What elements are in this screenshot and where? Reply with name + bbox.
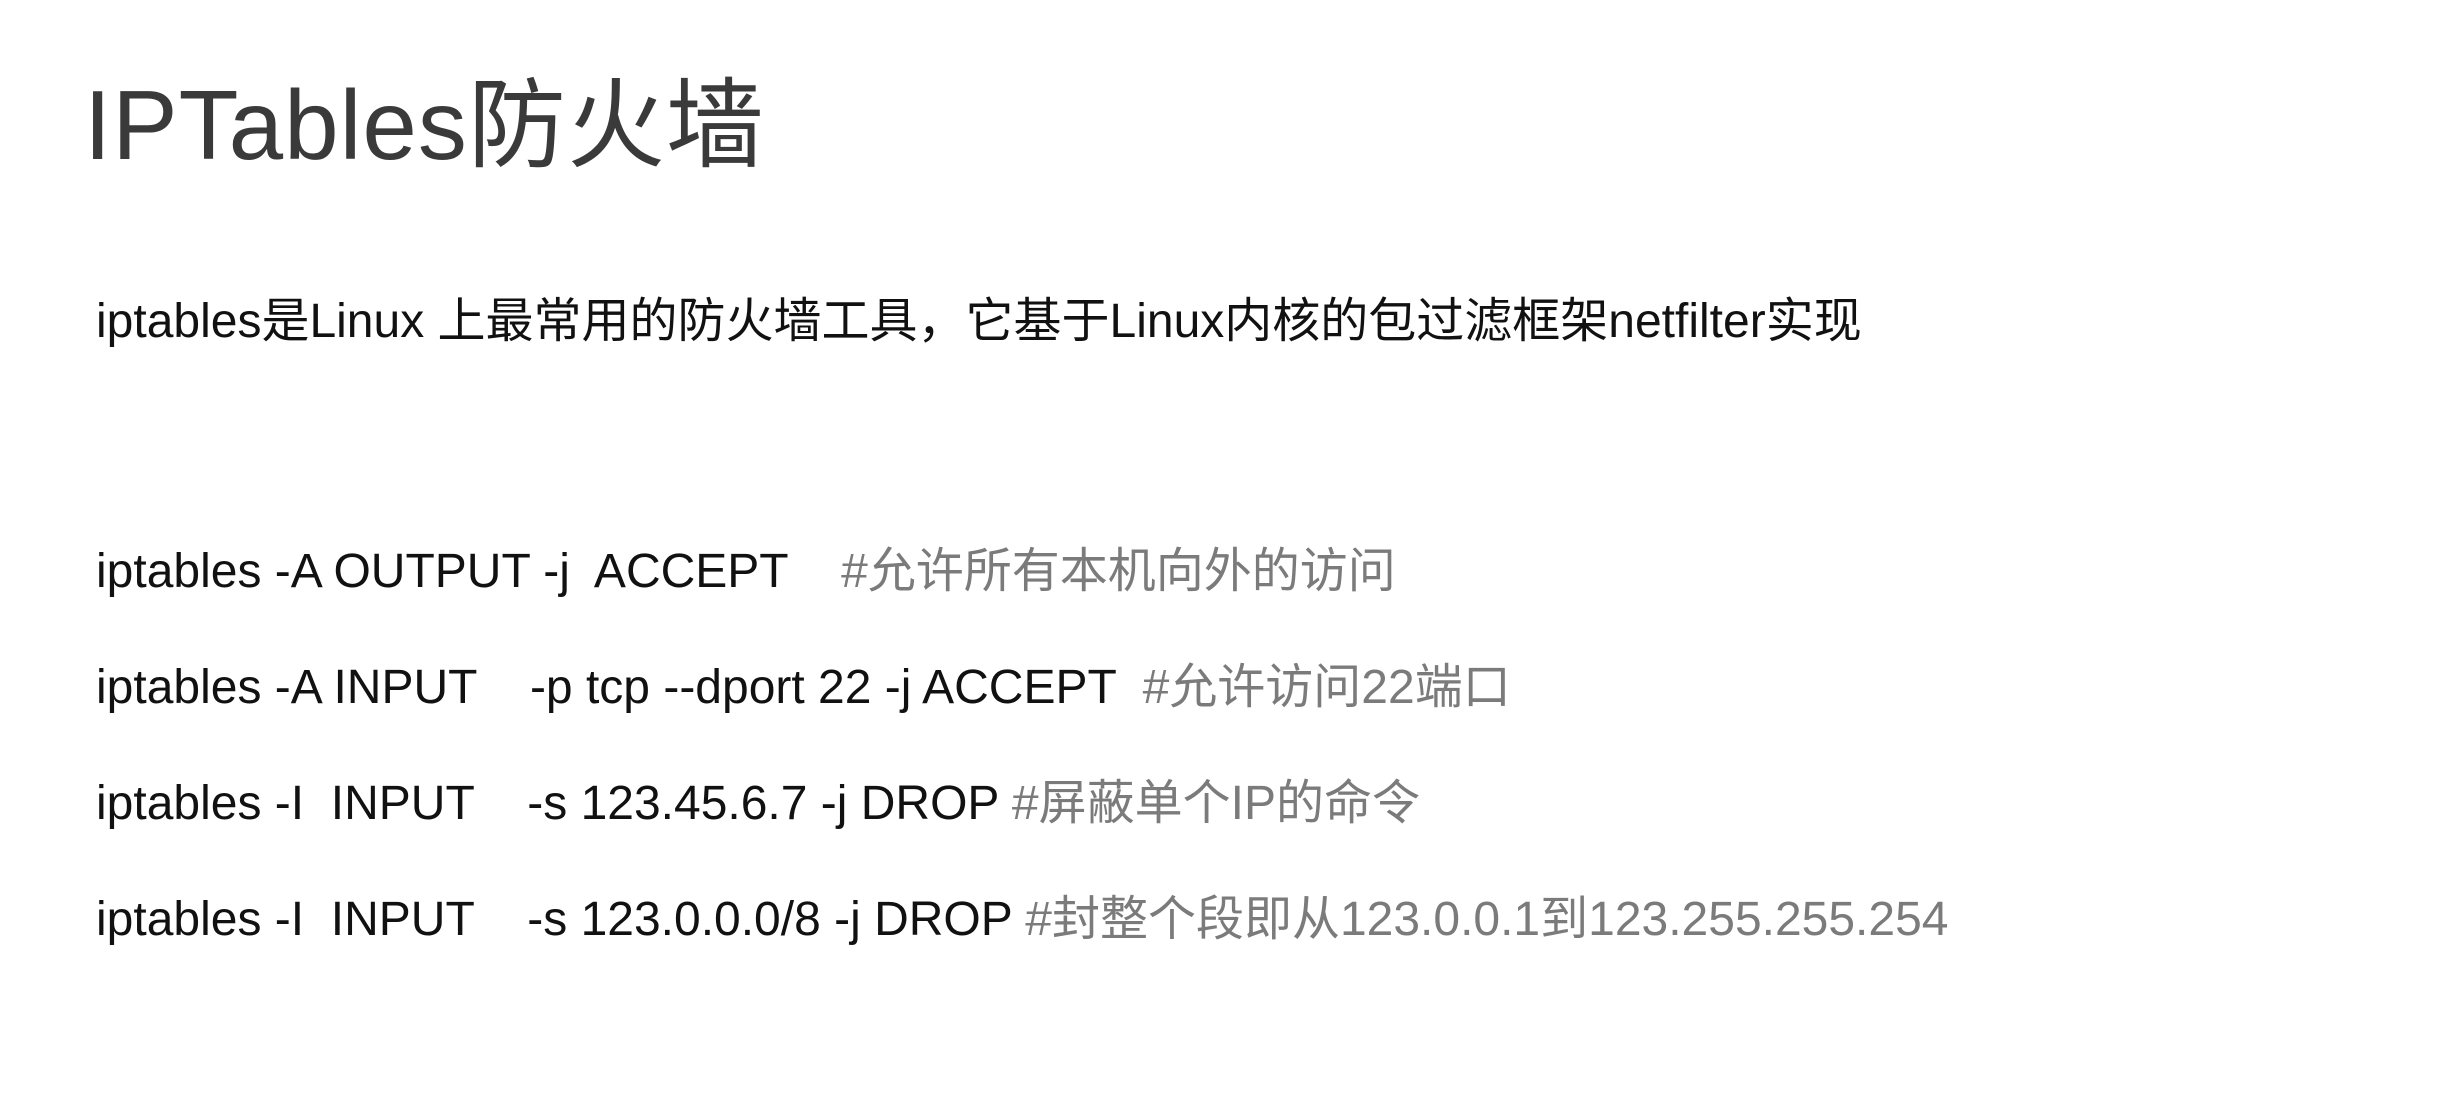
slide: IPTables防火墙 iptables是Linux 上最常用的防火墙工具，它基…	[0, 0, 2458, 1104]
intro-text: iptables是Linux 上最常用的防火墙工具，它基于Linux内核的包过滤…	[96, 295, 1862, 348]
command-code: iptables -I INPUT -s 123.0.0.0/8 -j DROP	[96, 893, 1026, 946]
command-comment: #屏蔽单个IP的命令	[1011, 777, 1420, 830]
command-comment: #允许访问22端口	[1142, 661, 1511, 714]
command-line-port-22: iptables -A INPUT -p tcp --dport 22 -j A…	[96, 656, 1948, 720]
command-comment: #封整个段即从123.0.0.1到123.255.255.254	[1025, 893, 1949, 946]
command-code: iptables -A INPUT -p tcp --dport 22 -j A…	[96, 661, 1143, 714]
command-code: iptables -I INPUT -s 123.45.6.7 -j DROP	[96, 777, 1012, 830]
command-list: iptables -A OUTPUT -j ACCEPT #允许所有本机向外的访…	[96, 540, 1948, 1004]
command-code: iptables -A OUTPUT -j ACCEPT	[96, 545, 842, 598]
command-line-block-range: iptables -I INPUT -s 123.0.0.0/8 -j DROP…	[96, 888, 1948, 952]
command-comment: #允许所有本机向外的访问	[841, 545, 1396, 598]
command-line-output-accept: iptables -A OUTPUT -j ACCEPT #允许所有本机向外的访…	[96, 540, 1948, 604]
command-line-block-ip: iptables -I INPUT -s 123.45.6.7 -j DROP …	[96, 772, 1948, 836]
slide-title: IPTables防火墙	[84, 70, 765, 180]
